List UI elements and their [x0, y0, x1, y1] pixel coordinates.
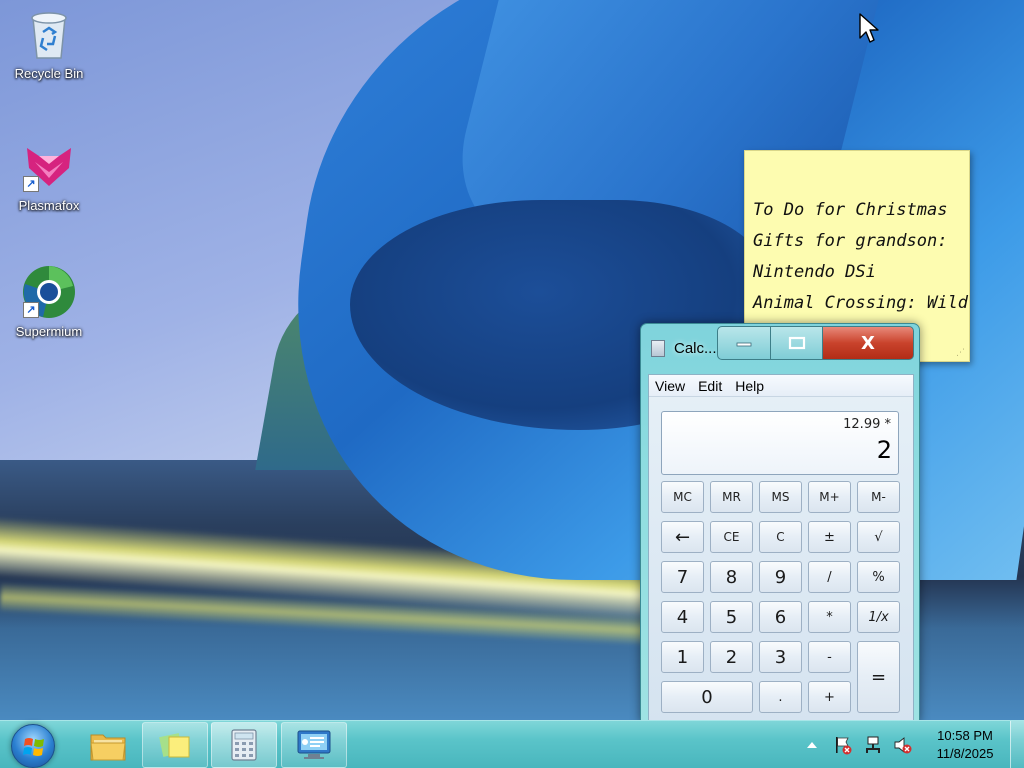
- mouse-pointer-icon: [859, 13, 879, 43]
- clock-date: 11/8/2025: [936, 746, 994, 761]
- system-clock[interactable]: 10:58 PM 11/8/2025: [925, 727, 1005, 763]
- key-6[interactable]: 6: [759, 601, 802, 633]
- key-8[interactable]: 8: [710, 561, 753, 593]
- menu-help[interactable]: Help: [735, 378, 764, 394]
- desktop-icon-label: Plasmafox: [18, 198, 80, 213]
- calculator-app-icon: [651, 340, 665, 357]
- supermium-icon: ↗: [21, 264, 77, 320]
- desktop-icon-label: Recycle Bin: [14, 66, 84, 81]
- desktop-icon-recycle-bin[interactable]: Recycle Bin: [4, 6, 94, 81]
- calculator-title: Calc...: [674, 340, 717, 357]
- sticky-note-line[interactable]: To Do for Christmas: [753, 195, 961, 226]
- taskbar-remote-desktop[interactable]: [281, 722, 347, 768]
- calculator-display: 12.99 * 2: [661, 411, 899, 475]
- clock-time: 10:58 PM: [937, 728, 993, 743]
- key-1[interactable]: 1: [661, 641, 704, 673]
- key-multiply[interactable]: *: [808, 601, 851, 633]
- calculator-value: 2: [876, 436, 892, 464]
- key-divide[interactable]: /: [808, 561, 851, 593]
- file-explorer-icon: [90, 734, 126, 761]
- key-square-root[interactable]: √: [857, 521, 900, 553]
- calculator-menubar: View Edit Help: [649, 375, 913, 397]
- recycle-bin-icon: [21, 6, 77, 62]
- key-percent[interactable]: %: [857, 561, 900, 593]
- key-clear-entry[interactable]: CE: [710, 521, 753, 553]
- desktop-icon-plasmafox[interactable]: ↗ Plasmafox: [4, 138, 94, 213]
- key-5[interactable]: 5: [710, 601, 753, 633]
- calculator-window[interactable]: Calc... X View Edit Help 12.99 * 2 MC MR…: [640, 323, 920, 724]
- taskbar-file-explorer[interactable]: [75, 722, 141, 768]
- taskbar-sticky-notes[interactable]: [142, 722, 208, 768]
- menu-view[interactable]: View: [655, 378, 685, 394]
- close-button[interactable]: X: [822, 326, 914, 360]
- key-memory-clear[interactable]: MC: [661, 481, 704, 513]
- minimize-icon: [736, 342, 752, 347]
- sticky-note-line[interactable]: Animal Crossing: Wild: [753, 288, 968, 319]
- key-subtract[interactable]: -: [808, 641, 851, 673]
- key-7[interactable]: 7: [661, 561, 704, 593]
- calculator-body: View Edit Help 12.99 * 2 MC MR MS M+ M- …: [648, 374, 914, 724]
- key-clear[interactable]: C: [759, 521, 802, 553]
- key-add[interactable]: +: [808, 681, 851, 713]
- key-memory-recall[interactable]: MR: [710, 481, 753, 513]
- key-memory-add[interactable]: M+: [808, 481, 851, 513]
- network-icon[interactable]: [863, 735, 883, 755]
- show-hidden-icons-chevron-up-icon[interactable]: [802, 735, 822, 755]
- windows-logo-icon: [23, 738, 44, 756]
- maximize-icon: [788, 336, 805, 350]
- key-backspace[interactable]: ←: [661, 521, 704, 553]
- shortcut-arrow-icon: ↗: [23, 176, 39, 192]
- key-3[interactable]: 3: [759, 641, 802, 673]
- key-negate[interactable]: ±: [808, 521, 851, 553]
- key-memory-store[interactable]: MS: [759, 481, 802, 513]
- shortcut-arrow-icon: ↗: [23, 302, 39, 318]
- close-icon: X: [861, 332, 875, 354]
- key-9[interactable]: 9: [759, 561, 802, 593]
- menu-edit[interactable]: Edit: [698, 378, 722, 394]
- show-desktop-button[interactable]: [1010, 721, 1024, 768]
- sticky-note-line[interactable]: Gifts for grandson:: [753, 226, 961, 257]
- remote-desktop-icon: [297, 730, 331, 759]
- volume-muted-icon[interactable]: [893, 735, 913, 755]
- key-4[interactable]: 4: [661, 601, 704, 633]
- key-decimal[interactable]: .: [759, 681, 802, 713]
- minimize-button[interactable]: [717, 326, 771, 360]
- calculator-expression: 12.99 *: [843, 417, 891, 432]
- sticky-notes-icon: [159, 733, 190, 758]
- desktop-icon-supermium[interactable]: ↗ Supermium: [4, 264, 94, 339]
- taskbar-calculator[interactable]: [211, 722, 277, 768]
- resize-grip-icon[interactable]: ⋰: [956, 348, 965, 358]
- start-button[interactable]: [11, 724, 55, 768]
- key-2[interactable]: 2: [710, 641, 753, 673]
- calculator-titlebar[interactable]: Calc... X: [641, 324, 919, 362]
- key-0[interactable]: 0: [661, 681, 753, 713]
- key-reciprocal[interactable]: 1/x: [857, 601, 900, 633]
- plasmafox-icon: ↗: [21, 138, 77, 194]
- action-center-flag-icon[interactable]: [833, 735, 853, 755]
- sticky-note-line[interactable]: Nintendo DSi: [753, 257, 961, 288]
- key-memory-subtract[interactable]: M-: [857, 481, 900, 513]
- calculator-icon: [231, 729, 257, 761]
- key-equals[interactable]: =: [857, 641, 900, 713]
- maximize-button[interactable]: [770, 326, 823, 360]
- taskbar: 10:58 PM 11/8/2025: [0, 720, 1024, 768]
- desktop-icon-label: Supermium: [15, 324, 83, 339]
